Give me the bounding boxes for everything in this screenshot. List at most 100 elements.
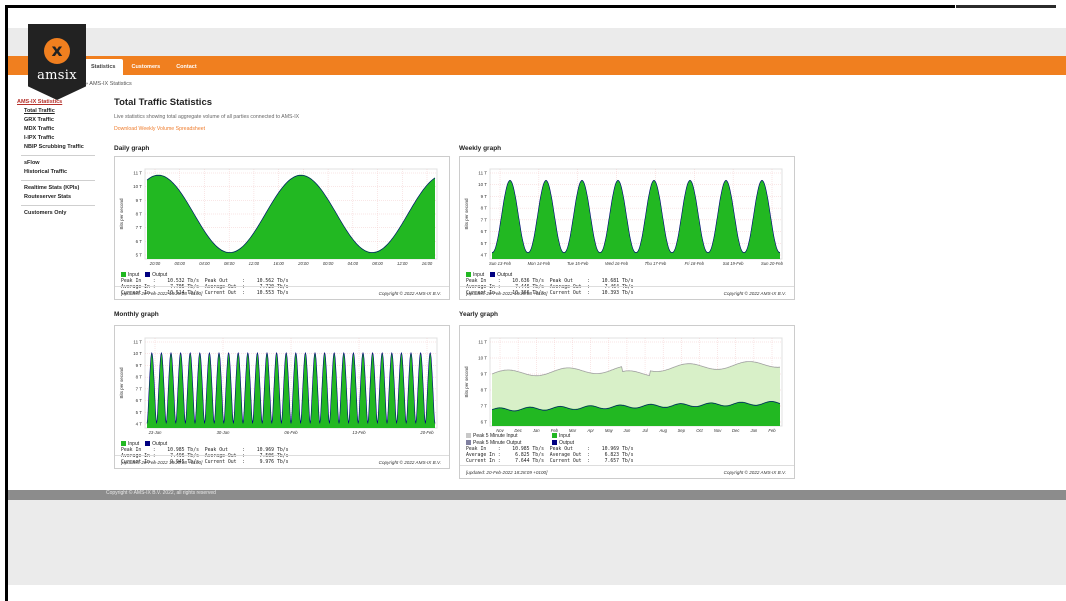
monthly-y-tick: 6 T <box>136 398 143 403</box>
tab-statistics[interactable]: Statistics <box>83 59 124 75</box>
sidebar-divider <box>21 205 95 206</box>
legend-item: Output <box>552 439 632 446</box>
legend-label: Peak 5 Minute Output <box>473 439 522 446</box>
sidebar: AMS-IX Statistics Total Traffic GRX Traf… <box>13 98 95 218</box>
daily-y-tick: 10 T <box>133 184 142 189</box>
yearly-y-tick: 10 T <box>478 356 487 361</box>
sidebar-item-historical-traffic[interactable]: Historical Traffic <box>13 168 95 177</box>
weekly-x-tick: Sun 13-Feb <box>489 261 512 266</box>
browser-page: Statistics Customers Contact x amsix » A… <box>8 8 1066 601</box>
weekly-x-tick: Wed 16-Feb <box>605 261 629 266</box>
yearly-y-tick: 11 T <box>478 340 487 345</box>
weekly-y-tick: 11 T <box>478 171 487 176</box>
weekly-updated-timestamp: [updated: 20-Feb-2022 18:28:08 +0100] <box>466 291 548 296</box>
weekly-y-tick: 8 T <box>481 206 488 211</box>
daily-y-tick: 5 T <box>136 253 143 258</box>
weekly-x-tick: Mon 14-Feb <box>528 261 551 266</box>
daily-x-tick: 20:00 <box>149 261 161 266</box>
legend-swatch <box>466 433 471 438</box>
yearly-graph-heading: Yearly graph <box>459 311 499 318</box>
header-background <box>8 28 1066 56</box>
monthly-graph-panel: 11 T 10 T 9 T 8 T 7 T 6 T 5 T 4 T 23-Jan 30-Jan 06… <box>114 325 450 469</box>
legend-item: Input <box>121 440 139 447</box>
yearly-x-tick: Nov <box>714 428 722 433</box>
daily-x-tick: 20:00 <box>297 261 309 266</box>
monthly-x-tick: 13-Feb <box>352 430 366 435</box>
sidebar-item-amsix-statistics[interactable]: AMS-IX Statistics <box>13 98 95 107</box>
divider <box>460 286 794 287</box>
legend-item: Input <box>466 271 484 278</box>
sidebar-item-iipx-traffic[interactable]: I-IPX Traffic <box>13 134 95 143</box>
sidebar-item-grx-traffic[interactable]: GRX Traffic <box>13 116 95 125</box>
sidebar-item-total-traffic[interactable]: Total Traffic <box>13 107 95 116</box>
yearly-y-tick: 9 T <box>481 372 488 377</box>
page-title: Total Traffic Statistics <box>114 97 213 108</box>
yearly-plot: 11 T10 T9 T8 T7 T6 TNov Dec Jan Feb Mar Apr Ma… <box>464 337 783 433</box>
sidebar-item-customers-only[interactable]: Customers Only <box>13 209 95 218</box>
legend-label: Output <box>559 439 575 446</box>
yearly-x-tick: Dec <box>732 428 740 433</box>
monthly-updated-timestamp: [updated: 20-Feb-2022 18:28:08 +0100] <box>121 460 203 465</box>
monthly-x-tick: 23-Jan <box>148 430 162 435</box>
yearly-x-tick: Feb <box>768 428 776 433</box>
monthly-graph-heading: Monthly graph <box>114 311 159 318</box>
monthly-y-tick: 10 T <box>133 351 142 356</box>
yearly-copyright: Copyright © 2022 AMS-IX B.V. <box>723 470 786 475</box>
tab-customers[interactable]: Customers <box>123 59 168 75</box>
legend-swatch <box>145 272 151 277</box>
legend-swatch <box>145 441 151 446</box>
legend-label: Input <box>128 440 140 447</box>
weekly-graph-heading: Weekly graph <box>459 145 502 152</box>
weekly-x-tick: Sun 20-Feb <box>761 261 784 266</box>
weekly-x-tick: Thu 17-Feb <box>645 261 667 266</box>
legend-item: Input <box>121 271 139 278</box>
legend-item: Output <box>145 440 167 447</box>
sidebar-item-realtime-stats[interactable]: Realtime Stats (KPIs) <box>13 184 95 193</box>
weekly-y-label: Bits per second <box>464 198 469 230</box>
divider <box>115 455 449 456</box>
yearly-y-tick: 8 T <box>481 388 488 393</box>
monthly-x-tick: 30-Jan <box>217 430 230 435</box>
weekly-x-tick: Sat 19-Feb <box>723 261 744 266</box>
divider <box>115 286 449 287</box>
legend-item: Output <box>145 271 167 278</box>
download-spreadsheet-link[interactable]: Download Weekly Volume Spreadsheet <box>114 126 205 132</box>
legend-item: Peak 5 Minute Input <box>466 432 546 439</box>
yearly-y-tick: 7 T <box>481 404 488 409</box>
legend-swatch <box>552 440 557 445</box>
weekly-y-tick: 7 T <box>481 217 488 222</box>
sidebar-item-sflow[interactable]: sFlow <box>13 159 95 168</box>
sidebar-item-routeserver-stats[interactable]: Routeserver Stats <box>13 193 95 202</box>
legend-label: Output <box>152 440 168 447</box>
daily-y-label: Bits per second <box>119 198 124 230</box>
monthly-legend: Input Output <box>121 440 321 447</box>
footer-bar: Copyright © AMS-IX B.V. 2022, all rights… <box>8 490 1066 500</box>
monthly-y-tick: 11 T <box>133 340 142 345</box>
weekly-x-tick: Tue 15-Feb <box>567 261 589 266</box>
sidebar-divider <box>21 180 95 181</box>
weekly-x-tick: Fri 18-Feb <box>685 261 705 266</box>
amsix-logo[interactable]: x amsix <box>28 24 86 100</box>
weekly-y-tick: 10 T <box>478 182 487 187</box>
daily-x-tick: 08:00 <box>372 261 383 266</box>
sidebar-item-nbip-scrubbing[interactable]: NBIP Scrubbing Traffic <box>13 143 95 152</box>
daily-x-tick: 00:00 <box>323 261 334 266</box>
bottom-background <box>8 500 1066 585</box>
monthly-plot: 11 T 10 T 9 T 8 T 7 T 6 T 5 T 4 T 23-Jan 30-Jan 06… <box>119 337 438 435</box>
daily-y-tick: 11 T <box>133 171 142 176</box>
sidebar-item-mdx-traffic[interactable]: MDX Traffic <box>13 125 95 134</box>
logo-mark-icon: x <box>44 38 70 64</box>
legend-swatch <box>121 441 126 446</box>
monthly-y-tick: 9 T <box>136 363 143 368</box>
daily-x-tick: 08:00 <box>224 261 235 266</box>
legend-label: Peak 5 Minute Input <box>473 432 518 439</box>
daily-graph-panel: 11 T 10 T 9 T 8 T 7 T 6 T 5 T 20:00 00:00 04:00 08… <box>114 156 450 300</box>
daily-copyright: Copyright © 2022 AMS-IX B.V. <box>378 291 441 296</box>
breadcrumb[interactable]: » AMS-IX Statistics <box>85 81 132 87</box>
yearly-stats: Peak In : 10.985 Tb/s Peak Out : 10.969 … <box>466 447 634 464</box>
legend-swatch <box>121 272 126 277</box>
legend-label: Input <box>128 271 140 278</box>
tab-contact[interactable]: Contact <box>168 59 204 75</box>
legend-swatch <box>552 433 557 438</box>
daily-plot: 11 T 10 T 9 T 8 T 7 T 6 T 5 T 20:00 00:00 04:00 08… <box>119 168 438 266</box>
